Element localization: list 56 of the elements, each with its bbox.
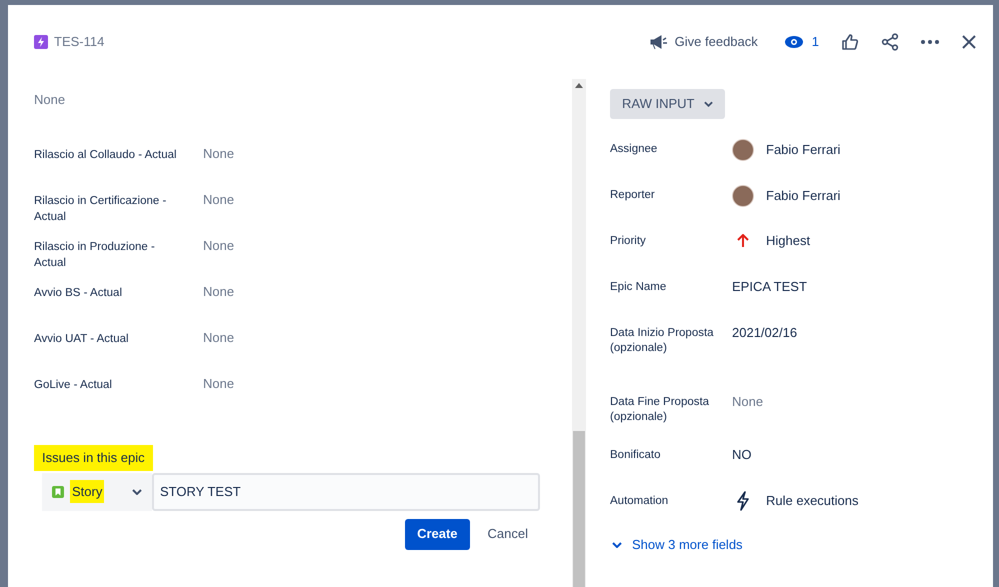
scrollbar-thumb[interactable] (573, 431, 585, 587)
field-value[interactable]: None (34, 91, 66, 109)
field-label: Automation (610, 494, 670, 509)
chevron-down-icon (704, 101, 714, 107)
issue-type-dropdown[interactable]: Story (42, 472, 152, 510)
field-label: Data Fine Proposta (opzionale) (610, 395, 710, 425)
field-label: Assignee (610, 142, 658, 157)
field-value[interactable]: None (203, 329, 234, 347)
cancel-button[interactable]: Cancel (476, 518, 540, 550)
field-label: Rilascio in Certificazione - Actual (34, 194, 168, 225)
issue-type: Story (70, 480, 104, 504)
summary-input[interactable]: STORY TEST (152, 472, 540, 510)
section-title: Issues in this epic (34, 445, 153, 470)
issue-key[interactable]: TES-114 (54, 32, 104, 52)
field-value: 2021/02/16 (732, 324, 798, 342)
field-value: Highest (766, 232, 810, 250)
field-value[interactable]: None (203, 375, 234, 393)
field-label: Bonificato (610, 448, 662, 463)
field-value[interactable]: None (203, 191, 234, 209)
epic-icon (34, 35, 48, 49)
field-value: NO (732, 446, 752, 464)
field-value: None (732, 393, 764, 411)
field-value[interactable]: Rule executions (766, 491, 858, 511)
bookmark-icon (52, 486, 64, 498)
field-label: Priority (610, 234, 647, 249)
field-value: EPICA TEST (732, 278, 807, 296)
close-icon[interactable] (961, 34, 977, 50)
scroll-up-icon[interactable] (575, 83, 583, 88)
field-label: GoLive - Actual (34, 378, 113, 393)
show-more-fields-link[interactable]: Show 3 more fields (612, 535, 993, 554)
field-label: Avvio UAT - Actual (34, 332, 130, 347)
field-value[interactable]: None (203, 283, 234, 301)
field-value: Fabio Ferrari (766, 187, 840, 206)
status-dropdown[interactable]: RAW INPUT (610, 89, 726, 119)
chevron-down-icon (612, 542, 622, 548)
avatar (732, 139, 754, 161)
field-value[interactable]: None (203, 145, 234, 163)
field-label: Avvio BS - Actual (34, 286, 123, 301)
field-value[interactable]: None (203, 237, 234, 255)
give-feedback-button[interactable]: Give feedback (648, 32, 758, 52)
field-label: Epic Name (610, 280, 668, 295)
eye-icon (784, 35, 804, 49)
scrollbar[interactable] (572, 79, 586, 587)
field-label: Data Inizio Proposta (opzionale) (610, 326, 715, 356)
field-value: Fabio Ferrari (766, 141, 840, 160)
field-label: Rilascio al Collaudo - Actual (34, 148, 178, 163)
watchers-button[interactable]: 1 (784, 32, 819, 52)
chevron-down-icon (132, 488, 142, 494)
avatar (732, 185, 754, 207)
field-label: Reporter (610, 188, 656, 203)
thumbs-up-icon[interactable] (841, 33, 859, 51)
field-label: Rilascio in Produzione - Actual (34, 240, 156, 271)
share-icon[interactable] (881, 33, 899, 51)
create-button[interactable]: Create (405, 518, 470, 550)
more-icon[interactable] (921, 40, 939, 44)
megaphone-icon (648, 34, 669, 50)
